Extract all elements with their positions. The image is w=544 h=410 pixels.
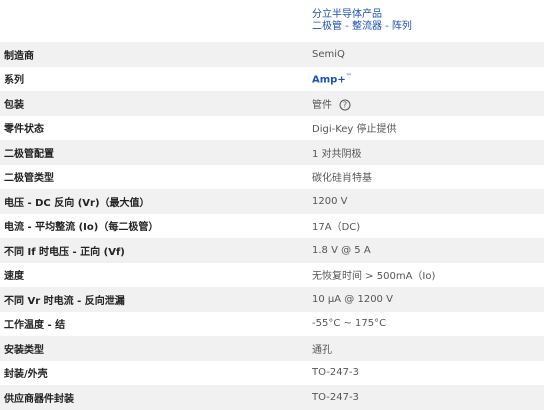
attribute-label: 不同 Vr 时电流 - 反向泄漏 [4,295,125,307]
attribute-row-diode-type: 二极管类型 碳化硅肖特基 [0,165,544,190]
attribute-value: SemiQ [312,48,345,60]
product-attributes-table: 分立半导体产品 二极管 - 整流器 - 阵列 制造商 SemiQ 系列 Amp+… [0,0,544,410]
attribute-row-current-avg-rectified: 电流 - 平均整流 (Io)（每二极管） 17A（DC) [0,214,544,239]
attribute-label: 安装类型 [4,344,44,356]
attribute-value: 碳化硅肖特基 [312,173,372,185]
attribute-label: 工作温度 - 结 [4,320,66,332]
attribute-label: 制造商 [4,50,34,62]
attribute-label: 不同 If 时电压 - 正向 (Vf) [4,246,125,258]
attribute-value: 无恢复时间 > 500mA（Io) [312,271,436,283]
attribute-value: 通孔 [312,344,332,356]
category-label-cell [0,0,308,42]
attribute-value: -55°C ~ 175°C [312,318,387,330]
category-row: 分立半导体产品 二极管 - 整流器 - 阵列 [0,0,544,42]
attribute-label: 速度 [4,271,24,283]
attribute-label: 系列 [4,75,24,87]
category-link-discrete[interactable]: 分立半导体产品 [312,9,544,21]
packaging-value: 管件 [312,99,332,111]
attribute-value: 10 µA @ 1200 V [312,293,393,305]
attribute-value: TO-247-3 [312,391,359,403]
attribute-row-manufacturer: 制造商 SemiQ [0,42,544,67]
attribute-row-series: 系列 Amp+™ [0,67,544,92]
category-link-diode-rectifier-array[interactable]: 二极管 - 整流器 - 阵列 [312,21,544,33]
attribute-row-packaging: 包装 管件 ? [0,91,544,116]
svg-text:?: ? [343,100,347,109]
attribute-label: 二极管配置 [4,148,54,160]
attribute-label: 包装 [4,99,24,111]
series-link[interactable]: Amp+ [312,74,346,85]
attribute-value: Amp+™ [308,67,544,92]
attribute-value: TO-247-3 [312,367,359,379]
attribute-row-supplier-package: 供应商器件封装 TO-247-3 [0,385,544,410]
attribute-row-reverse-leakage: 不同 Vr 时电流 - 反向泄漏 10 µA @ 1200 V [0,287,544,312]
attribute-label: 封装/外壳 [4,369,48,381]
attribute-row-speed: 速度 无恢复时间 > 500mA（Io) [0,263,544,288]
attribute-row-package-case: 封装/外壳 TO-247-3 [0,361,544,386]
attribute-value: 1200 V [312,195,348,207]
attribute-label: 供应商器件封装 [4,393,74,405]
trademark-mark: ™ [345,72,352,80]
attribute-label: 二极管类型 [4,173,54,185]
category-value-cell: 分立半导体产品 二极管 - 整流器 - 阵列 [308,0,544,42]
attribute-row-part-status: 零件状态 Digi-Key 停止提供 [0,116,544,141]
attribute-value: 管件 ? [308,91,544,116]
attribute-row-voltage-dc-reverse: 电压 - DC 反向 (Vr)（最大值） 1200 V [0,189,544,214]
attribute-value: Digi-Key 停止提供 [312,124,397,136]
attribute-row-operating-temp: 工作温度 - 结 -55°C ~ 175°C [0,312,544,337]
question-circle-icon[interactable]: ? [339,99,351,111]
attribute-value: 17A（DC) [312,222,361,234]
attribute-row-mounting-type: 安装类型 通孔 [0,336,544,361]
attribute-value: 1.8 V @ 5 A [312,244,371,256]
attribute-value: 1 对共阴极 [312,148,362,160]
attribute-label: 电流 - 平均整流 (Io)（每二极管） [4,222,159,234]
attribute-label: 电压 - DC 反向 (Vr)（最大值） [4,197,150,209]
attribute-row-voltage-forward: 不同 If 时电压 - 正向 (Vf) 1.8 V @ 5 A [0,238,544,263]
attribute-label: 零件状态 [4,124,44,136]
attribute-row-diode-config: 二极管配置 1 对共阴极 [0,140,544,165]
